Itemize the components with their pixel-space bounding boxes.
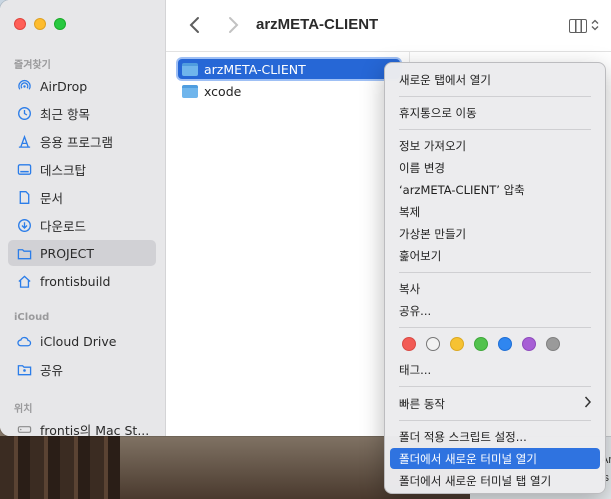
minimize-button[interactable]: [34, 18, 46, 30]
desktop-icon: [16, 161, 32, 177]
menu-item-get-info[interactable]: 정보 가져오기: [390, 135, 600, 156]
file-column: arzMETA-CLIENT xcode: [166, 52, 410, 436]
folder-icon: [182, 84, 198, 98]
menu-item-compress[interactable]: ‘arzMETA-CLIENT’ 압축: [390, 179, 600, 200]
chevron-right-icon: [584, 395, 592, 412]
home-icon: [16, 273, 32, 289]
menu-separator: [399, 129, 591, 130]
sidebar-item-airdrop[interactable]: AirDrop: [8, 73, 156, 99]
document-icon: [16, 189, 32, 205]
menu-separator: [399, 96, 591, 97]
sidebar-item-label: PROJECT: [40, 245, 95, 261]
toolbar: arzMETA-CLIENT: [166, 0, 611, 52]
sidebar-item-label: 데스크탑: [40, 162, 87, 178]
computer-icon: [16, 421, 32, 436]
tag-color-row: [402, 337, 560, 351]
sidebar-item-shared[interactable]: 공유: [8, 356, 156, 382]
sidebar-section-icloud: iCloud: [14, 312, 50, 323]
download-icon: [16, 217, 32, 233]
chevron-right-icon: [229, 17, 239, 33]
menu-item-new-terminal-at-folder[interactable]: 폴더에서 새로운 터미널 열기: [390, 448, 600, 469]
clock-icon: [16, 105, 32, 121]
applications-icon: [16, 133, 32, 149]
menu-item-quick-actions[interactable]: 빠른 동작: [390, 393, 600, 414]
tag-red[interactable]: [402, 337, 416, 351]
sidebar-item-label: 응용 프로그램: [40, 134, 113, 150]
sidebar-item-label: frontisbuild: [40, 273, 111, 289]
sidebar: 즐겨찾기 AirDrop 최근 항목 응용 프로그램 데스크탑 문서 다운로드 …: [0, 0, 166, 436]
sidebar-item-icloud-drive[interactable]: iCloud Drive: [8, 328, 156, 354]
sidebar-item-label: iCloud Drive: [40, 333, 117, 349]
menu-item-rename[interactable]: 이름 변경: [390, 157, 600, 178]
menu-item-folder-actions-setup[interactable]: 폴더 적용 스크립트 설정...: [390, 426, 600, 447]
file-row-arzmeta-client[interactable]: arzMETA-CLIENT: [178, 59, 400, 79]
context-menu: 새로운 탭에서 열기 휴지통으로 이동 정보 가져오기 이름 변경 ‘arzME…: [384, 62, 606, 494]
sidebar-item-frontisbuild[interactable]: frontisbuild: [8, 268, 156, 294]
sidebar-item-documents[interactable]: 문서: [8, 184, 156, 210]
sidebar-item-label: 다운로드: [40, 218, 87, 234]
shared-folder-icon: [16, 361, 32, 377]
menu-separator: [399, 386, 591, 387]
zoom-button[interactable]: [54, 18, 66, 30]
sidebar-item-recents[interactable]: 최근 항목: [8, 100, 156, 126]
chevron-updown-icon: [591, 19, 599, 33]
sidebar-section-locations: 위치: [14, 404, 33, 415]
window-controls: [14, 18, 66, 30]
file-name: arzMETA-CLIENT: [204, 61, 306, 77]
folder-icon: [16, 245, 32, 261]
airdrop-icon: [16, 78, 32, 94]
menu-item-share[interactable]: 공유...: [390, 300, 600, 321]
sidebar-item-label: 최근 항목: [40, 106, 90, 122]
menu-item-open-new-tab[interactable]: 새로운 탭에서 열기: [390, 69, 600, 90]
sidebar-item-label: 문서: [40, 190, 64, 206]
sidebar-item-label: 공유: [40, 362, 64, 378]
folder-icon: [182, 62, 198, 76]
cloud-icon: [16, 333, 32, 349]
menu-item-copy[interactable]: 복사: [390, 278, 600, 299]
tag-gray[interactable]: [546, 337, 560, 351]
menu-item-quick-look[interactable]: 훑어보기: [390, 245, 600, 266]
menu-separator: [399, 272, 591, 273]
close-button[interactable]: [14, 18, 26, 30]
menu-separator: [399, 327, 591, 328]
forward-button[interactable]: [222, 14, 244, 38]
file-name: xcode: [204, 83, 242, 99]
window-title: arzMETA-CLIENT: [256, 16, 379, 33]
sidebar-item-project[interactable]: PROJECT: [8, 240, 156, 266]
tag-blue[interactable]: [498, 337, 512, 351]
tag-green[interactable]: [474, 337, 488, 351]
tag-yellow[interactable]: [450, 337, 464, 351]
menu-separator: [399, 420, 591, 421]
chevron-left-icon: [189, 17, 199, 33]
desktop-wallpaper-fragment: [0, 436, 120, 499]
sidebar-item-label: AirDrop: [40, 78, 88, 94]
menu-item-move-to-trash[interactable]: 휴지통으로 이동: [390, 102, 600, 123]
sidebar-item-desktop[interactable]: 데스크탑: [8, 156, 156, 182]
column-view-icon: [569, 19, 587, 33]
menu-item-label: 빠른 동작: [399, 396, 445, 411]
back-button[interactable]: [184, 14, 206, 38]
tag-none[interactable]: [426, 337, 440, 351]
menu-item-tags[interactable]: 태그...: [390, 359, 600, 380]
sidebar-item-label: frontis의 Mac St...: [40, 422, 150, 437]
menu-item-duplicate[interactable]: 복제: [390, 201, 600, 222]
menu-item-new-terminal-tab-at-folder[interactable]: 폴더에서 새로운 터미널 탭 열기: [390, 470, 600, 491]
tag-purple[interactable]: [522, 337, 536, 351]
menu-item-make-alias[interactable]: 가상본 만들기: [390, 223, 600, 244]
sidebar-item-mac-studio[interactable]: frontis의 Mac St...: [8, 416, 156, 436]
sidebar-section-favorites: 즐겨찾기: [14, 60, 51, 71]
file-row-xcode[interactable]: xcode: [178, 81, 400, 101]
sidebar-item-applications[interactable]: 응용 프로그램: [8, 128, 156, 154]
sidebar-item-downloads[interactable]: 다운로드: [8, 212, 156, 238]
view-options-button[interactable]: [569, 15, 607, 37]
